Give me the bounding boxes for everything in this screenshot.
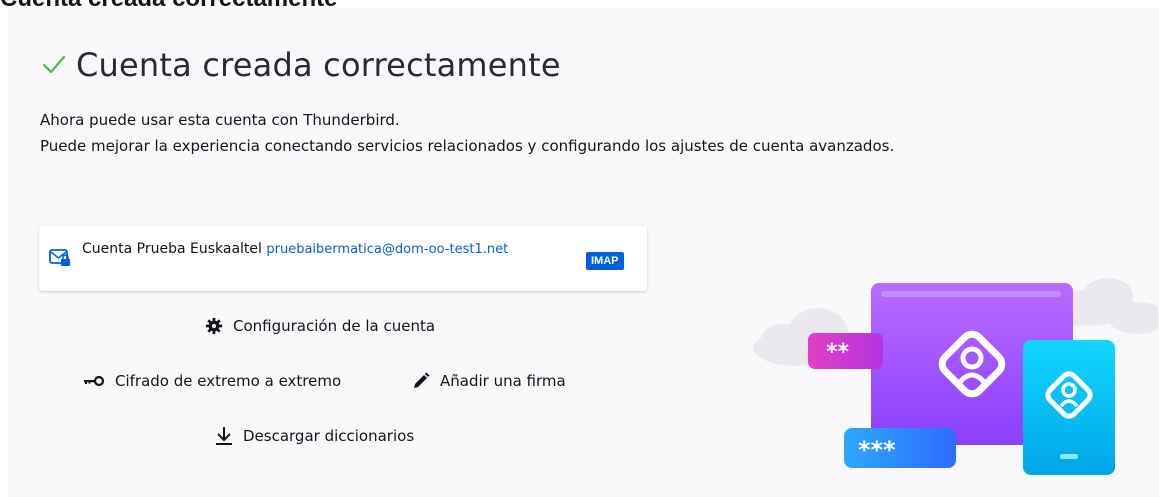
account-email: pruebaibermatica@dom-oo-test1.net [266, 242, 509, 257]
account-name: Cuenta Prueba Euskaaltel [82, 241, 262, 257]
account-info: Cuenta Prueba Euskaaltel pruebaibermatic… [82, 241, 552, 258]
add-signature-label: Añadir una firma [440, 372, 566, 390]
download-dictionaries-button[interactable]: Descargar diccionarios [215, 426, 414, 446]
e2e-encryption-button[interactable]: Cifrado de extremo a extremo [83, 372, 341, 390]
svg-text:**: ** [826, 340, 850, 365]
intro-line-2: Puede mejorar la experiencia conectando … [40, 137, 895, 155]
phone-device [1023, 340, 1115, 475]
page-title: Cuenta creada correctamente [76, 46, 561, 84]
add-signature-button[interactable]: Añadir una firma [412, 372, 566, 390]
e2e-encryption-label: Cifrado de extremo a extremo [115, 372, 342, 390]
mail-lock-icon [49, 249, 70, 266]
gear-icon [205, 317, 223, 335]
svg-text:***: *** [858, 436, 896, 464]
account-card[interactable]: Cuenta Prueba Euskaaltel pruebaibermatic… [39, 226, 647, 291]
protocol-badge: IMAP [586, 252, 624, 270]
password-bubble: ** [808, 333, 883, 369]
checkmark-icon [42, 55, 66, 74]
pencil-icon [414, 372, 430, 388]
intro-text: Ahora puede usar esta cuenta con Thunder… [40, 107, 894, 159]
intro-line-1: Ahora puede usar esta cuenta con Thunder… [40, 111, 400, 129]
password-bubble-large: *** [844, 428, 956, 468]
title-row: Cuenta creada correctamente [40, 46, 561, 84]
download-dictionaries-label: Descargar diccionarios [243, 427, 415, 445]
account-security-illustration: ** *** [753, 278, 1158, 475]
account-settings-label: Configuración de la cuenta [233, 317, 436, 335]
download-icon [216, 427, 232, 445]
account-settings-button[interactable]: Configuración de la cuenta [205, 317, 435, 335]
account-created-panel: Cuenta creada correctamente Ahora puede … [8, 8, 1159, 497]
key-icon [84, 375, 105, 387]
